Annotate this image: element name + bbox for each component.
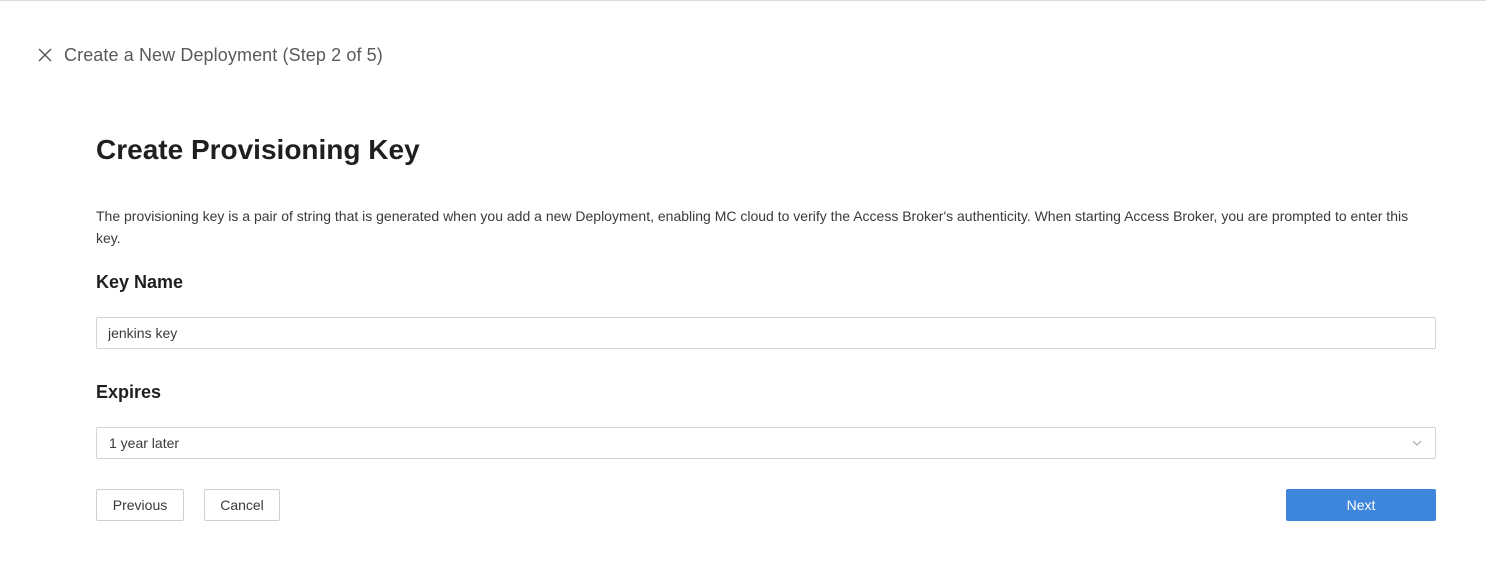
cancel-button[interactable]: Cancel — [204, 489, 280, 521]
expires-selected-value: 1 year later — [109, 435, 180, 451]
close-icon[interactable] — [36, 46, 54, 64]
expires-select[interactable]: 1 year later — [96, 427, 1436, 459]
dialog-header: Create a New Deployment (Step 2 of 5) — [36, 40, 383, 70]
next-button[interactable]: Next — [1286, 489, 1436, 521]
expires-label: Expires — [96, 382, 162, 402]
previous-button[interactable]: Previous — [96, 489, 184, 521]
chevron-down-icon — [1411, 437, 1423, 449]
key-name-input[interactable] — [96, 317, 1436, 349]
page-title: Create Provisioning Key — [96, 134, 420, 165]
top-divider — [0, 0, 1486, 1]
page-description: The provisioning key is a pair of string… — [96, 208, 1409, 246]
dialog-title: Create a New Deployment (Step 2 of 5) — [64, 44, 383, 65]
key-name-label: Key Name — [96, 272, 184, 292]
